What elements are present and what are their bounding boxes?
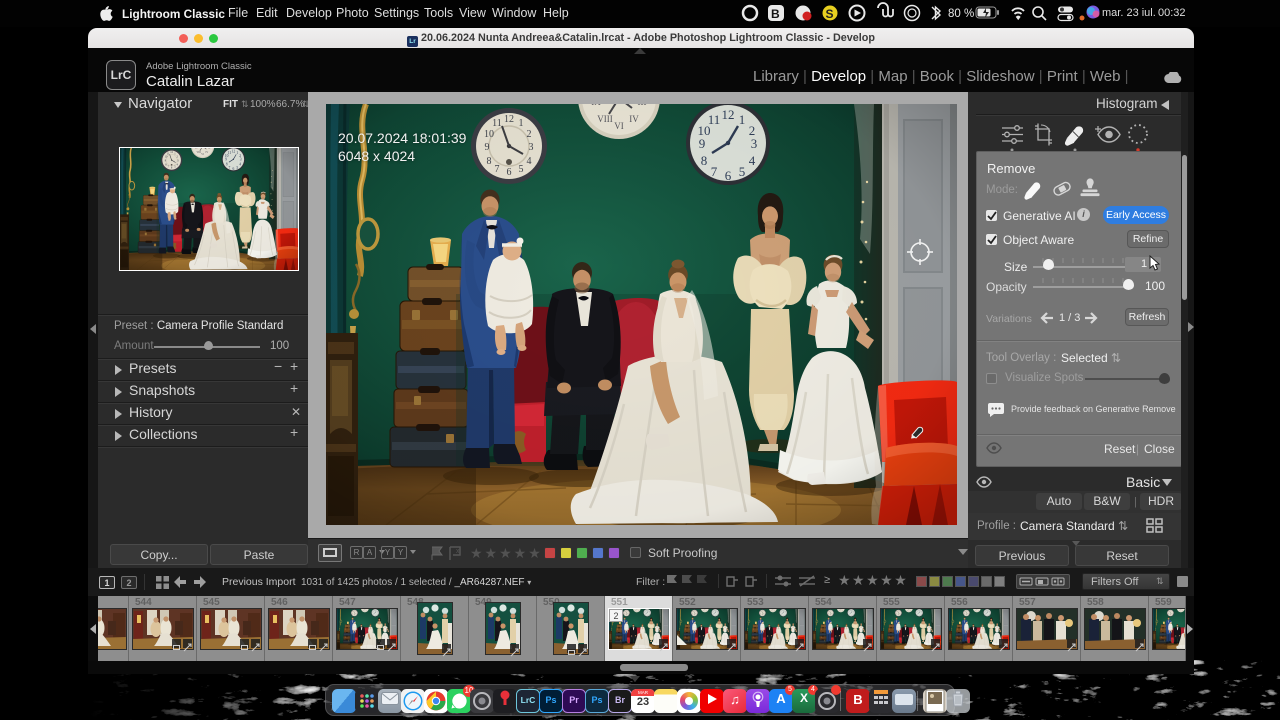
svg-text:B: B [771,7,780,21]
svg-text:x: x [456,548,460,555]
svg-text:S: S [826,7,834,21]
svg-text:80 %: 80 % [948,8,974,20]
